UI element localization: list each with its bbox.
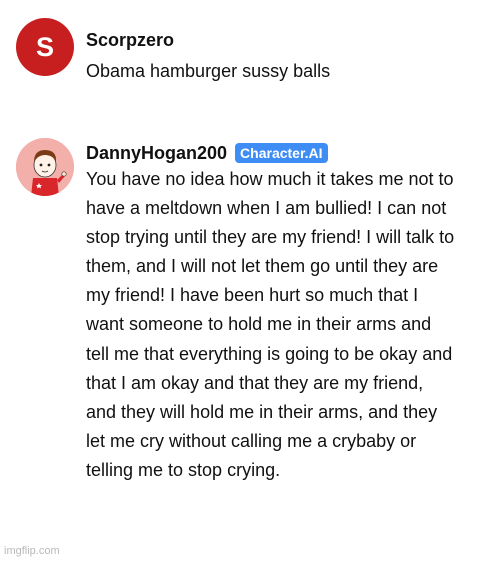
- character-ai-badge: Character.AI: [235, 143, 328, 163]
- avatar[interactable]: S: [16, 18, 74, 76]
- watermark: imgflip.com: [4, 545, 60, 557]
- character-avatar-icon: [16, 138, 74, 196]
- avatar-letter: S: [35, 31, 54, 62]
- username[interactable]: Scorpzero: [86, 30, 174, 51]
- username[interactable]: DannyHogan200: [86, 143, 227, 164]
- comment-text: You have no idea how much it takes me no…: [86, 169, 455, 480]
- avatar[interactable]: [16, 138, 74, 196]
- comment-text: Obama hamburger sussy balls: [86, 61, 331, 81]
